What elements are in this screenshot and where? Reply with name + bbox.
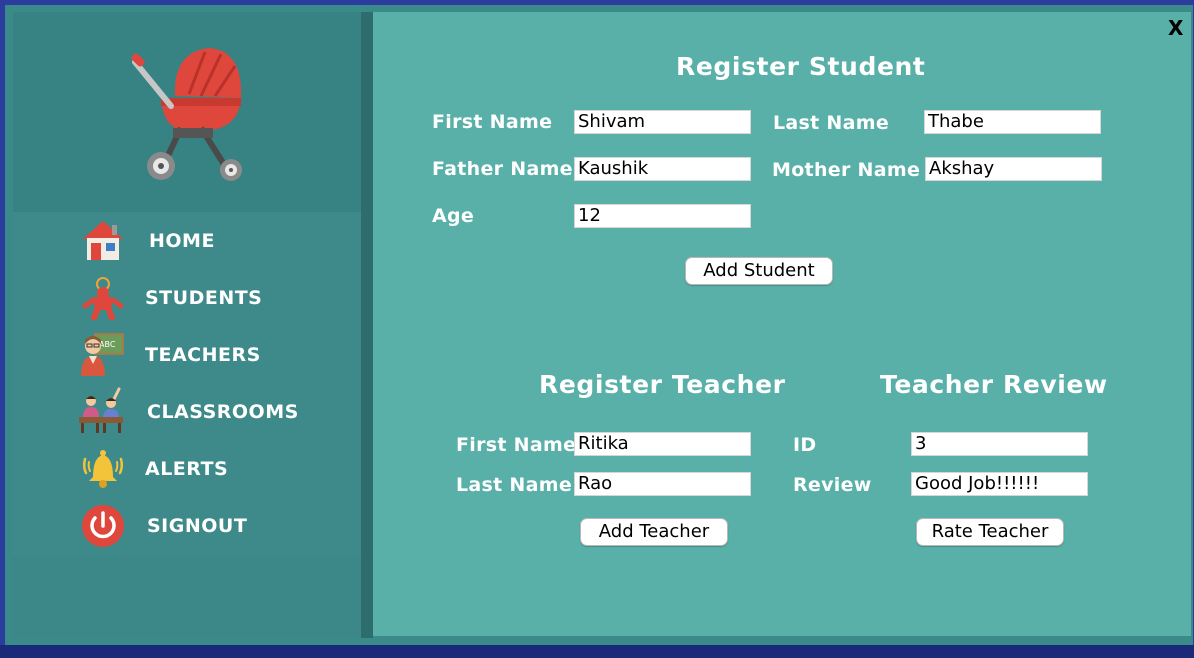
- teacher-last-name-label: Last Name: [456, 474, 573, 496]
- teacher-first-name-input[interactable]: Ritika: [574, 432, 751, 456]
- add-student-button[interactable]: Add Student: [685, 257, 833, 285]
- sidebar-item-label: STUDENTS: [145, 287, 263, 309]
- student-first-name-label: First Name: [432, 111, 553, 133]
- teacher-last-name-input[interactable]: Rao: [574, 472, 751, 496]
- child-icon: [82, 277, 124, 320]
- age-label: Age: [432, 205, 475, 227]
- teacher-review-title: Teacher Review: [880, 370, 1108, 399]
- sidebar-item-alerts[interactable]: ALERTS: [73, 444, 333, 496]
- student-last-name-input[interactable]: Thabe: [924, 110, 1101, 134]
- svg-text:ABC: ABC: [99, 340, 116, 349]
- father-name-label: Father Name: [432, 158, 573, 180]
- house-icon: [83, 221, 123, 260]
- main-panel: [373, 12, 1191, 636]
- student-first-name-input[interactable]: Shivam: [574, 110, 751, 134]
- sidebar-item-students[interactable]: STUDENTS: [73, 273, 333, 325]
- power-icon: [82, 505, 124, 547]
- review-id-input[interactable]: 3: [911, 432, 1088, 456]
- register-teacher-title: Register Teacher: [539, 370, 786, 399]
- teacher-icon: ABC: [81, 333, 124, 376]
- mother-name-label: Mother Name: [772, 159, 921, 181]
- add-teacher-button[interactable]: Add Teacher: [580, 518, 728, 546]
- father-name-input[interactable]: Kaushik: [574, 157, 751, 181]
- sidebar: HOME STUDENTS ABC TEACHERS CLASSROOMS AL…: [13, 12, 361, 638]
- bell-icon: [82, 450, 124, 488]
- sidebar-item-teachers[interactable]: ABC TEACHERS: [73, 330, 333, 382]
- review-input[interactable]: Good Job!!!!!!: [911, 472, 1088, 496]
- sidebar-item-signout[interactable]: SIGNOUT: [73, 501, 333, 553]
- sidebar-item-label: CLASSROOMS: [147, 401, 299, 423]
- logo-area: [13, 12, 361, 212]
- sidebar-divider: [361, 12, 373, 638]
- review-id-label: ID: [793, 434, 817, 456]
- sidebar-item-classrooms[interactable]: CLASSROOMS: [73, 387, 333, 439]
- stroller-icon: [131, 48, 242, 181]
- sidebar-item-label: ALERTS: [145, 458, 229, 480]
- age-input[interactable]: 12: [574, 204, 751, 228]
- review-label: Review: [793, 474, 872, 496]
- rate-teacher-button[interactable]: Rate Teacher: [916, 518, 1064, 546]
- register-student-title: Register Student: [676, 52, 926, 81]
- sidebar-item-label: SIGNOUT: [147, 515, 248, 537]
- student-last-name-label: Last Name: [773, 112, 890, 134]
- close-button[interactable]: X: [1168, 16, 1183, 40]
- sidebar-nav: HOME STUDENTS ABC TEACHERS CLASSROOMS AL…: [13, 212, 361, 556]
- sidebar-item-home[interactable]: HOME: [73, 216, 333, 268]
- sidebar-item-label: HOME: [149, 230, 215, 252]
- classroom-icon: [79, 387, 123, 433]
- mother-name-input[interactable]: Akshay: [925, 157, 1102, 181]
- teacher-first-name-label: First Name: [456, 434, 577, 456]
- desktop-background-strip: [0, 645, 1194, 658]
- sidebar-item-label: TEACHERS: [145, 344, 261, 366]
